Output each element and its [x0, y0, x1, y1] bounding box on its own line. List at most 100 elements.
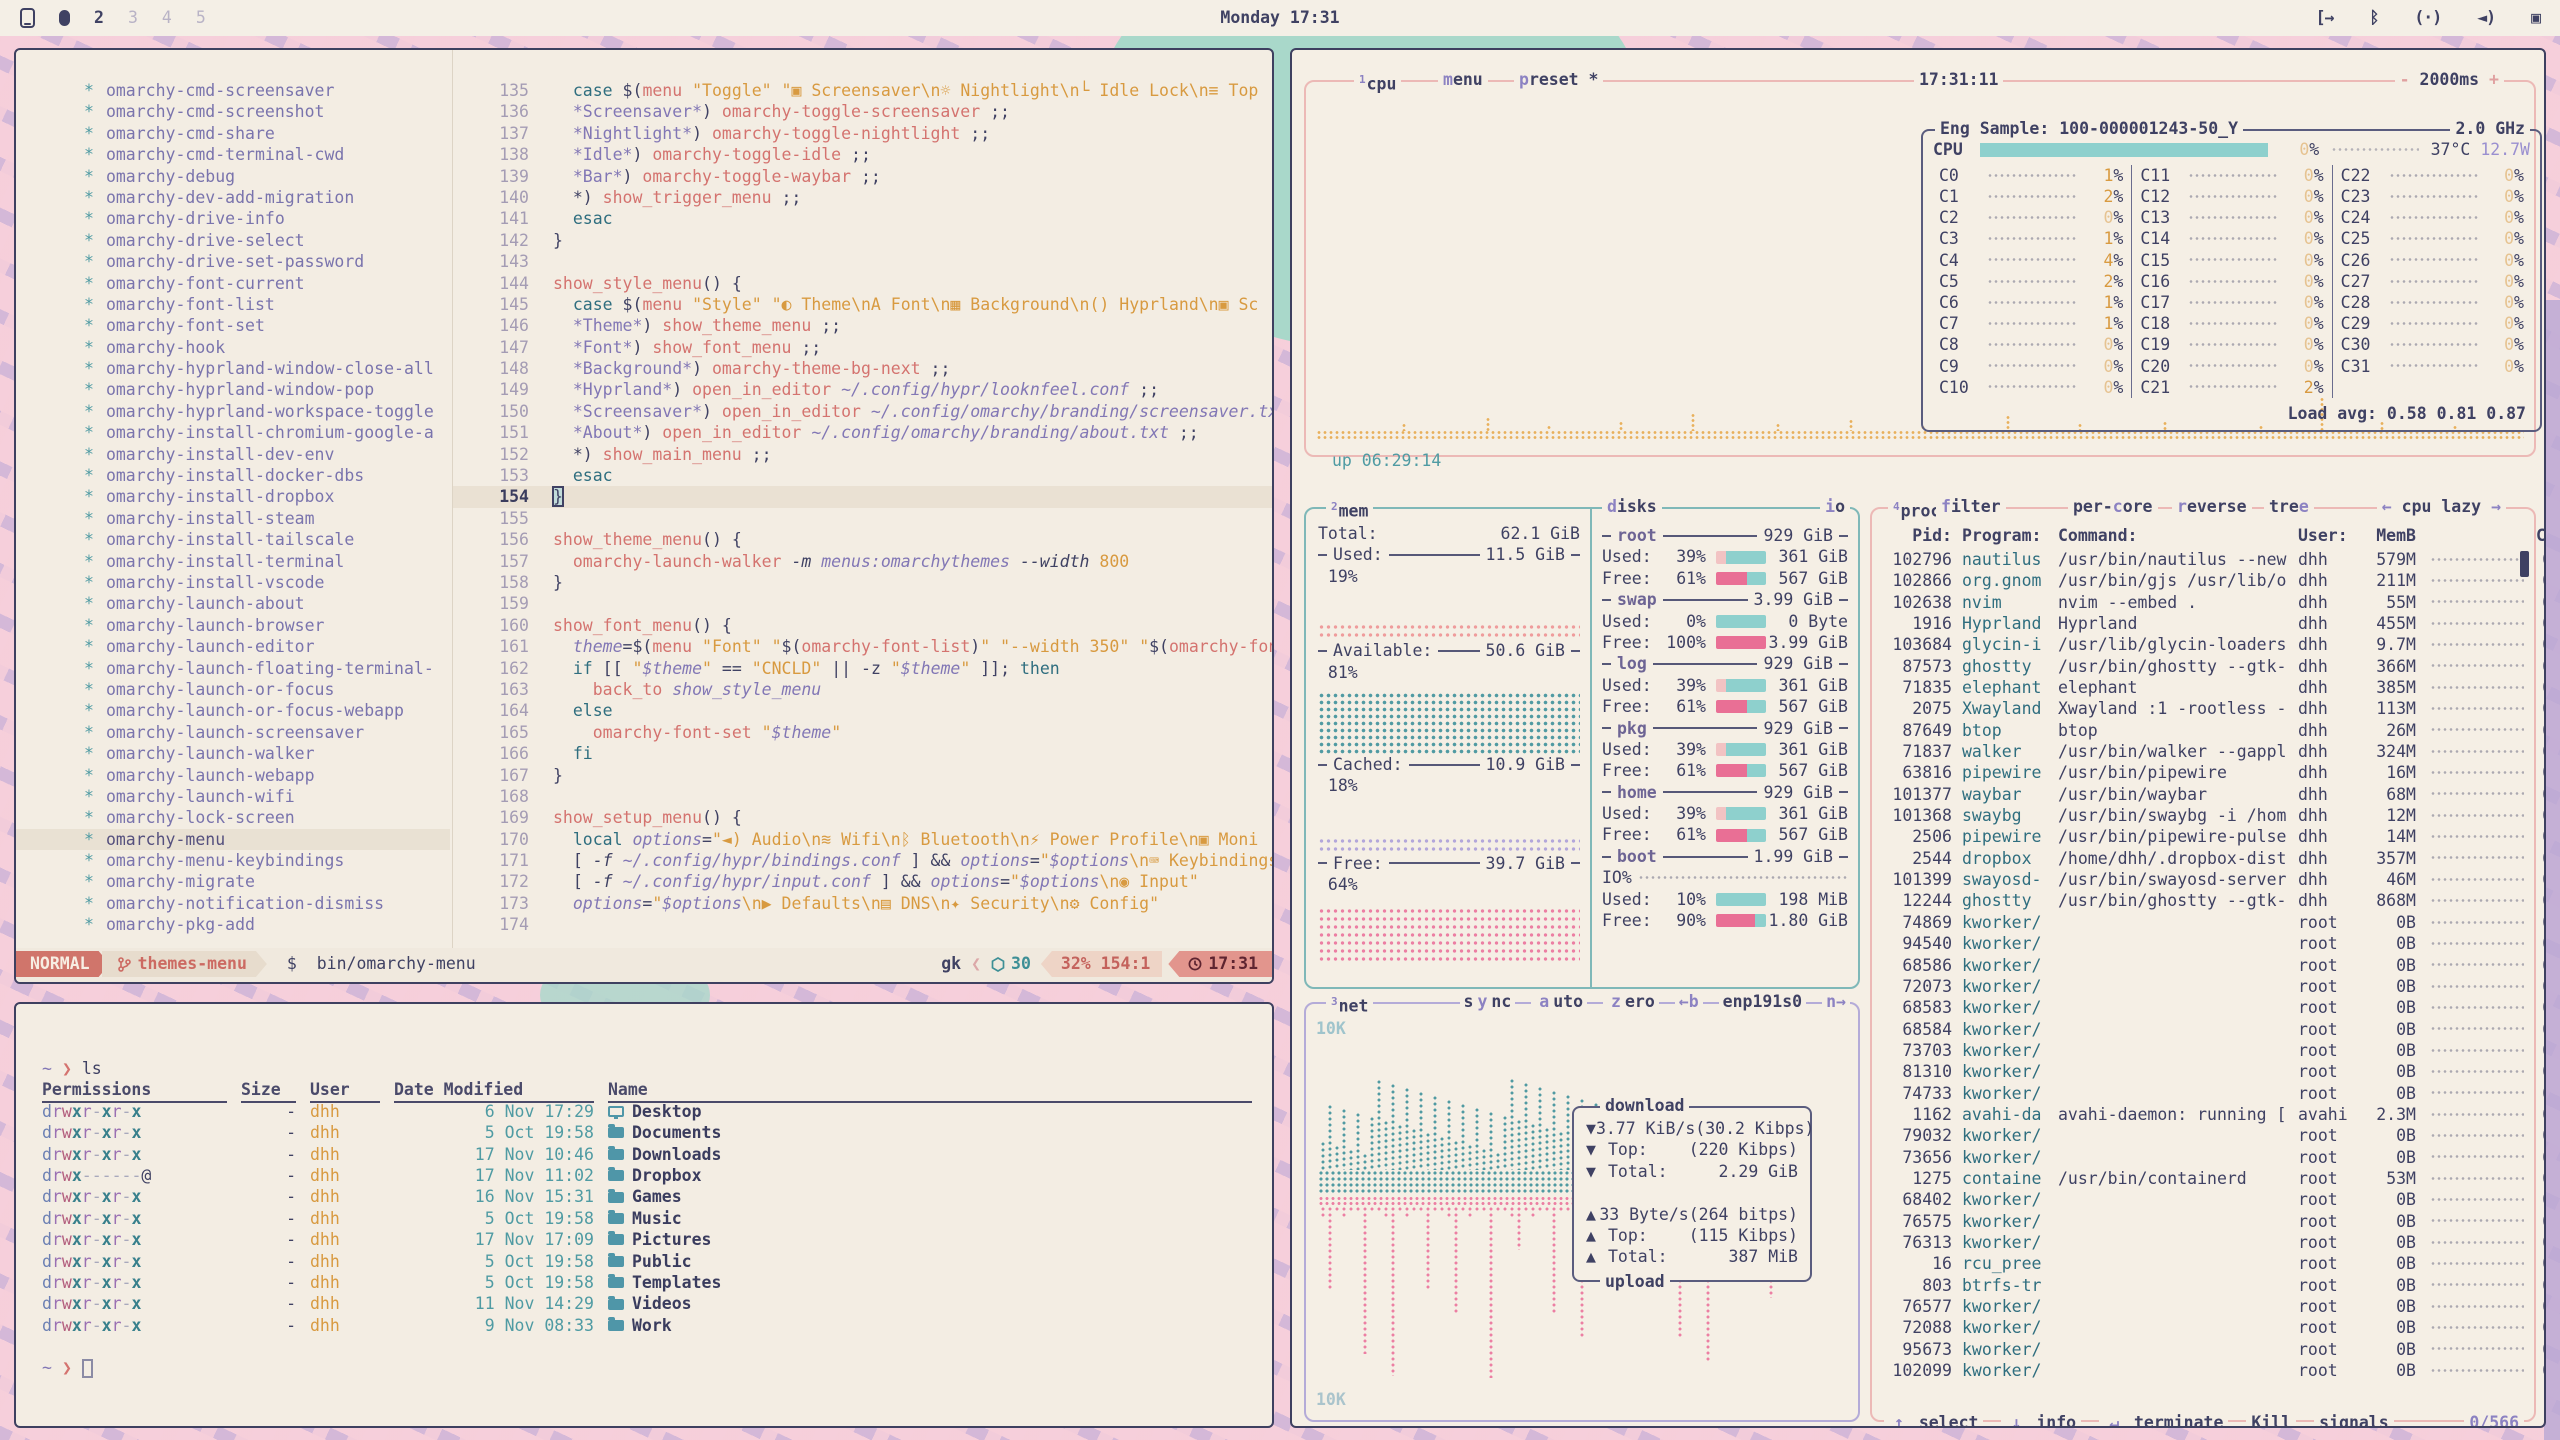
- process-row[interactable]: 1162avahi-daavahi-daemon: running [avahi…: [1882, 1104, 2524, 1125]
- tree-button[interactable]: tree: [2264, 496, 2314, 517]
- file-list-item[interactable]: *omarchy-dev-add-migration: [16, 187, 450, 208]
- sort-selector[interactable]: ← cpu lazy →: [2377, 496, 2506, 517]
- process-row[interactable]: 2544dropbox/home/dhh/.dropbox-distdhh357…: [1882, 848, 2524, 869]
- code-line[interactable]: 143: [453, 251, 1272, 272]
- process-row[interactable]: 102866org.gnom/usr/bin/gjs /usr/lib/odhh…: [1882, 570, 2524, 591]
- proc-footer-action[interactable]: Kill: [2246, 1412, 2296, 1428]
- process-row[interactable]: 63816pipewire/usr/bin/pipewiredhh16M0.0: [1882, 762, 2524, 783]
- proc-scrollbar[interactable]: [2520, 551, 2529, 577]
- file-list-item[interactable]: *omarchy-drive-info: [16, 208, 450, 229]
- process-row[interactable]: 76575kworker/root0B0.0: [1882, 1211, 2524, 1232]
- workspace-3[interactable]: 3: [128, 7, 138, 28]
- code-line[interactable]: 136 *Screensaver*) omarchy-toggle-screen…: [453, 101, 1272, 122]
- code-line[interactable]: 142}: [453, 230, 1272, 251]
- file-list-item[interactable]: *omarchy-install-tailscale: [16, 529, 450, 550]
- code-line[interactable]: 167}: [453, 765, 1272, 786]
- terminal-window[interactable]: ~ ❯ ls PermissionsSizeUserDate ModifiedN…: [14, 1002, 1274, 1428]
- file-list-item[interactable]: *omarchy-notification-dismiss: [16, 893, 450, 914]
- code-line[interactable]: 174: [453, 914, 1272, 935]
- process-row[interactable]: 76577kworker/root0B0.0: [1882, 1296, 2524, 1317]
- cpu-panel-title[interactable]: 1cpu: [1354, 69, 1401, 95]
- file-list-item[interactable]: *omarchy-debug: [16, 166, 450, 187]
- proc-column-header[interactable]: MemB: [2360, 525, 2416, 546]
- process-row[interactable]: 803btrfs-trroot0B0.0: [1882, 1275, 2524, 1296]
- file-list-item[interactable]: *omarchy-install-dev-env: [16, 444, 450, 465]
- code-line[interactable]: 150 *Screensaver*) open_in_editor ~/.con…: [453, 401, 1272, 422]
- proc-footer-action[interactable]: ↑ select: [1884, 1412, 1983, 1428]
- process-row[interactable]: 68584kworker/root0B0.0: [1882, 1019, 2524, 1040]
- code-line[interactable]: 137 *Nightlight*) omarchy-toggle-nightli…: [453, 123, 1272, 144]
- code-line[interactable]: 151 *About*) open_in_editor ~/.config/om…: [453, 422, 1272, 443]
- file-list-item[interactable]: *omarchy-cmd-screenshot: [16, 101, 450, 122]
- process-row[interactable]: 81310kworker/root0B0.0: [1882, 1061, 2524, 1082]
- file-list-item[interactable]: *omarchy-launch-browser: [16, 615, 450, 636]
- file-list-item[interactable]: *omarchy-hook: [16, 337, 450, 358]
- code-line[interactable]: 163 back_to show_style_menu: [453, 679, 1272, 700]
- process-row[interactable]: 74733kworker/root0B0.0: [1882, 1083, 2524, 1104]
- code-line[interactable]: 171 [ -f ~/.config/hypr/bindings.conf ] …: [453, 850, 1272, 871]
- proc-header-row[interactable]: Pid:Program:Command:User:MemBCpu%↑: [1882, 525, 2524, 546]
- file-list-item[interactable]: *omarchy-hyprland-window-close-all: [16, 358, 450, 379]
- process-row[interactable]: 72088kworker/root0B0.0: [1882, 1317, 2524, 1338]
- file-list-item[interactable]: *omarchy-launch-floating-terminal-: [16, 658, 450, 679]
- file-list-item[interactable]: *omarchy-drive-set-password: [16, 251, 450, 272]
- file-list-item[interactable]: *omarchy-install-vscode: [16, 572, 450, 593]
- code-line[interactable]: 164 else: [453, 700, 1272, 721]
- file-list-item[interactable]: *omarchy-launch-or-focus-webapp: [16, 700, 450, 721]
- code-line[interactable]: 169show_setup_menu() {: [453, 807, 1272, 828]
- code-line[interactable]: 145 case $(menu "Style" "◐ Theme\nA Font…: [453, 294, 1272, 315]
- proc-column-header[interactable]: Program:: [1962, 525, 2058, 546]
- file-list-item[interactable]: *omarchy-pkg-add: [16, 914, 450, 935]
- logout-icon[interactable]: [→: [2316, 7, 2334, 28]
- code-line[interactable]: 158}: [453, 572, 1272, 593]
- process-row[interactable]: 68583kworker/root0B0.0: [1882, 997, 2524, 1018]
- file-list-item[interactable]: *omarchy-hyprland-workspace-toggle: [16, 401, 450, 422]
- process-row[interactable]: 102796nautilus/usr/bin/nautilus --newdhh…: [1882, 549, 2524, 570]
- file-list-item[interactable]: *omarchy-cmd-share: [16, 123, 450, 144]
- code-line[interactable]: 162 if [[ "$theme" == "CNCLD" || -z "$th…: [453, 658, 1272, 679]
- process-row[interactable]: 76313kworker/root0B0.0: [1882, 1232, 2524, 1253]
- process-row[interactable]: 72073kworker/root0B0.0: [1882, 976, 2524, 997]
- refresh-interval[interactable]: - 2000ms +: [2395, 69, 2504, 90]
- file-list-item[interactable]: *omarchy-cmd-screensaver: [16, 80, 450, 101]
- code-line[interactable]: 170 local options="◄) Audio\n≋ Wifi\nᛒ B…: [453, 829, 1272, 850]
- proc-column-header[interactable]: User:: [2298, 525, 2360, 546]
- process-row[interactable]: 101368swaybg/usr/bin/swaybg -i /homdhh12…: [1882, 805, 2524, 826]
- code-pane[interactable]: 135 case $(menu "Toggle" "▣ Screensaver\…: [453, 80, 1272, 946]
- process-row[interactable]: 1275containe/usr/bin/containerdroot53M0.…: [1882, 1168, 2524, 1189]
- process-row[interactable]: 101399swayosd-/usr/bin/swayosd-serverdhh…: [1882, 869, 2524, 890]
- code-line[interactable]: 152 *) show_main_menu ;;: [453, 444, 1272, 465]
- file-list-item[interactable]: *omarchy-launch-walker: [16, 743, 450, 764]
- code-line[interactable]: 140 *) show_trigger_menu ;;: [453, 187, 1272, 208]
- code-line[interactable]: 154}: [453, 486, 1272, 507]
- file-list-item[interactable]: *omarchy-launch-screensaver: [16, 722, 450, 743]
- file-list-item[interactable]: *omarchy-menu-keybindings: [16, 850, 450, 871]
- code-line[interactable]: 166 fi: [453, 743, 1272, 764]
- file-list-item[interactable]: *omarchy-font-set: [16, 315, 450, 336]
- code-line[interactable]: 156show_theme_menu() {: [453, 529, 1272, 550]
- file-list-item[interactable]: *omarchy-launch-wifi: [16, 786, 450, 807]
- file-list-item[interactable]: *omarchy-font-current: [16, 273, 450, 294]
- process-row[interactable]: 79032kworker/root0B0.0: [1882, 1125, 2524, 1146]
- code-line[interactable]: 148 *Background*) omarchy-theme-bg-next …: [453, 358, 1272, 379]
- process-row[interactable]: 2506pipewire/usr/bin/pipewire-pulsedhh14…: [1882, 826, 2524, 847]
- process-row[interactable]: 94540kworker/root0B0.0: [1882, 933, 2524, 954]
- workspace-1-active-indicator[interactable]: [59, 10, 70, 26]
- code-line[interactable]: 141 esac: [453, 208, 1272, 229]
- workspace-4[interactable]: 4: [162, 7, 172, 28]
- menu-button[interactable]: menu: [1438, 69, 1488, 90]
- code-line[interactable]: 147 *Font*) show_font_menu ;;: [453, 337, 1272, 358]
- code-line[interactable]: 144show_style_menu() {: [453, 273, 1272, 294]
- cpu-chip-icon[interactable]: ▣: [2531, 7, 2540, 28]
- process-row[interactable]: 73703kworker/root0B0.0: [1882, 1040, 2524, 1061]
- file-list-item[interactable]: *omarchy-install-terminal: [16, 551, 450, 572]
- file-list-item[interactable]: *omarchy-drive-select: [16, 230, 450, 251]
- process-row[interactable]: 87573ghostty/usr/bin/ghostty --gtk-dhh36…: [1882, 656, 2524, 677]
- process-row[interactable]: 95673kworker/root0B0.0: [1882, 1339, 2524, 1360]
- file-list-item[interactable]: *omarchy-install-dropbox: [16, 486, 450, 507]
- code-line[interactable]: 172 [ -f ~/.config/hypr/input.conf ] && …: [453, 871, 1272, 892]
- proc-column-header[interactable]: Cpu%: [2536, 525, 2546, 546]
- workspace-2[interactable]: 2: [94, 7, 104, 28]
- file-list-item[interactable]: *omarchy-menu: [16, 829, 450, 850]
- process-row[interactable]: 68402kworker/root0B0.0: [1882, 1189, 2524, 1210]
